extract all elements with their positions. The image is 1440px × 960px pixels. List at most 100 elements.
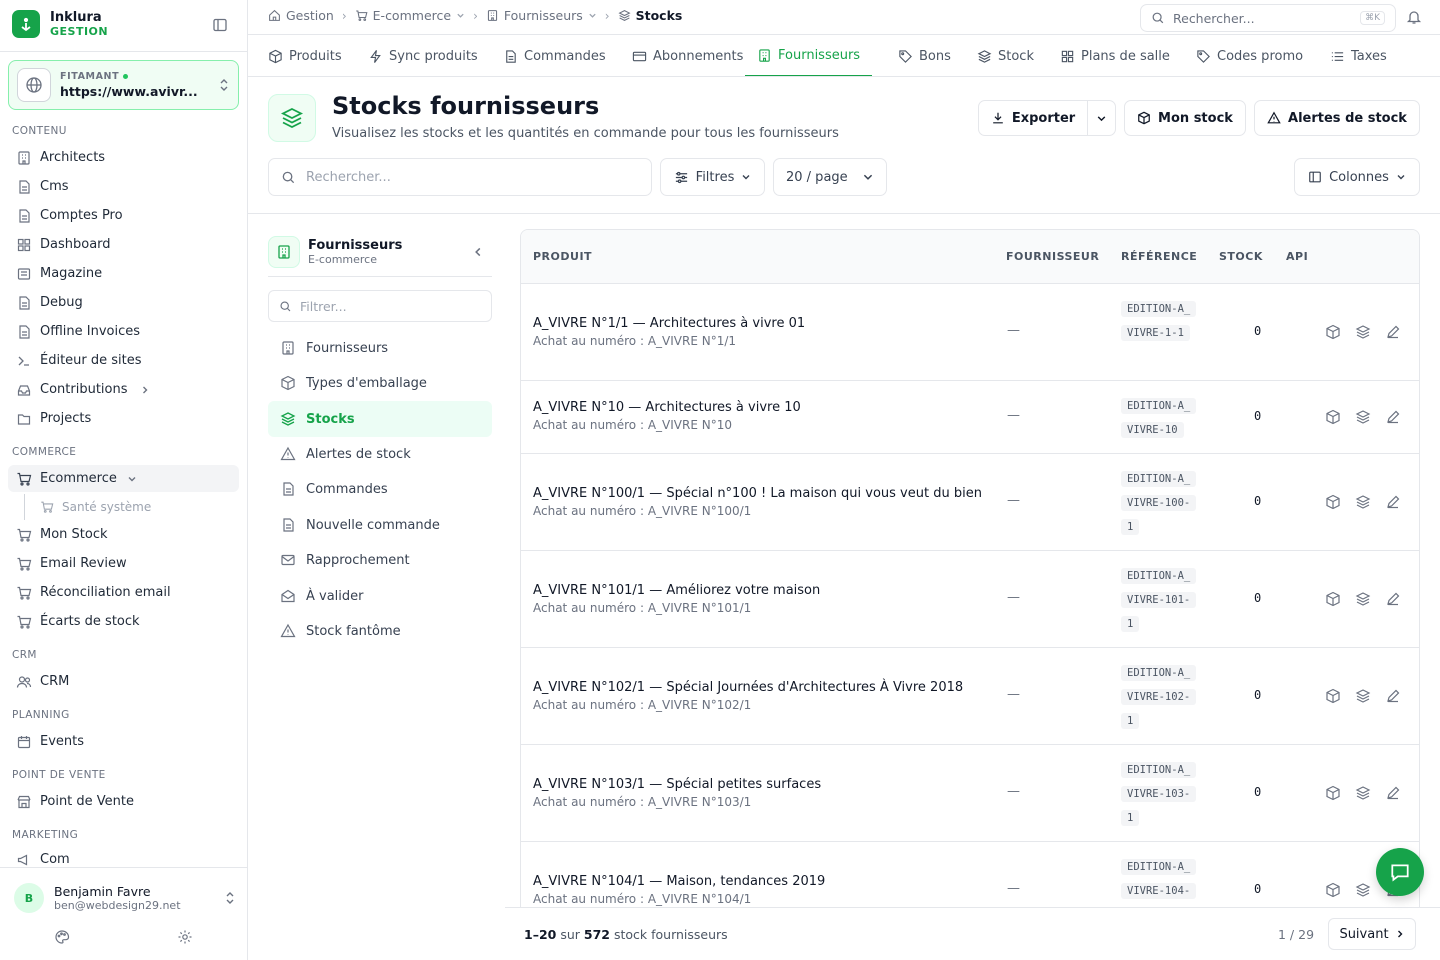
subnav-nouvelle-commande[interactable]: Nouvelle commande [268,507,492,543]
sidebar-item-reconciliation-email[interactable]: Réconciliation email [8,579,239,606]
sidebar-item-architects[interactable]: Architects [8,144,239,171]
tab-sync-produits[interactable]: Sync produits [368,35,478,76]
sidebar-item-events[interactable]: Events [8,728,239,755]
sidebar-item-point-de-vente[interactable]: Point de Vente [8,788,239,815]
subnav-rapprochement[interactable]: Rapprochement [268,542,492,578]
site-selector[interactable]: FITAMANT https://www.avivr... [8,60,239,110]
box-icon[interactable] [1325,324,1341,340]
tab-produits[interactable]: Produits [268,35,342,76]
sidebar-subitem-sante-systeme[interactable]: Santé système [36,496,236,518]
subnav-a-valider[interactable]: À valider [268,578,492,614]
product-name: A_VIVRE N°101/1 — Améliorez votre maison [533,583,821,598]
breadcrumb-ecommerce[interactable]: E-commerce [355,8,465,23]
column-header-stock[interactable]: STOCK [1219,250,1263,263]
global-search-placeholder: Rechercher... [1173,10,1255,26]
edit-icon[interactable] [1385,785,1401,801]
sidebar-item-mon-stock[interactable]: Mon Stock [8,521,239,548]
tab-stock[interactable]: Stock [977,35,1034,76]
subpanel-filter-input[interactable]: Filtrer... [268,290,492,322]
table-row[interactable]: A_VIVRE N°10 — Architectures à vivre 10 A… [521,381,1419,454]
column-header-produit[interactable]: PRODUIT [533,250,592,263]
user-menu[interactable]: B Benjamin Favre ben@webdesign29.net [14,880,236,916]
layers-icon[interactable] [1355,882,1371,898]
sidebar-item-email-review[interactable]: Email Review [8,550,239,577]
sidebar-item-offline-invoices[interactable]: Offline Invoices [8,318,239,345]
bell-icon[interactable] [1406,9,1422,25]
tab-plans-de-salle[interactable]: Plans de salle [1060,35,1170,76]
sidebar-item-comptes-pro[interactable]: Comptes Pro [8,202,239,229]
table-row[interactable]: A_VIVRE N°101/1 — Améliorez votre maison… [521,551,1419,648]
filters-button[interactable]: Filtres [660,158,765,196]
layers-icon[interactable] [1355,324,1371,340]
subnav-alertes-stock[interactable]: Alertes de stock [268,436,492,472]
sidebar-toggle-icon[interactable] [212,17,228,33]
export-button[interactable]: Exporter [978,100,1088,136]
stock-alerts-button[interactable]: Alertes de stock [1254,100,1420,136]
tab-fournisseurs[interactable]: Fournisseurs [745,35,873,76]
tab-taxes[interactable]: Taxes [1330,35,1387,76]
export-menu-button[interactable] [1087,100,1116,136]
layers-icon[interactable] [1355,409,1371,425]
table-row[interactable]: A_VIVRE N°102/1 — Spécial Journées d'Arc… [521,648,1419,745]
tab-commandes[interactable]: Commandes [503,35,606,76]
sidebar-item-com[interactable]: Com [8,848,239,868]
sidebar-item-label: Com [40,852,70,867]
box-icon[interactable] [1325,688,1341,704]
sidebar-item-contributions[interactable]: Contributions [8,376,239,403]
breadcrumb-fournisseurs[interactable]: Fournisseurs [486,8,597,23]
box-icon[interactable] [1325,409,1341,425]
subnav-commandes[interactable]: Commandes [268,471,492,507]
table-row[interactable]: A_VIVRE N°100/1 — Spécial n°100 ! La mai… [521,454,1419,551]
subnav-types-emballage[interactable]: Types d'emballage [268,365,492,401]
tab-codes-promo[interactable]: Codes promo [1196,35,1303,76]
breadcrumb-gestion[interactable]: Gestion [268,8,334,23]
tab-abonnements[interactable]: Abonnements [632,35,743,76]
box-icon[interactable] [1325,785,1341,801]
palette-icon[interactable] [54,929,70,945]
table-search-input[interactable]: Rechercher... [268,158,652,196]
chat-icon[interactable] [1376,848,1424,896]
chevron-left-icon[interactable] [472,246,484,258]
edit-icon[interactable] [1385,591,1401,607]
tab-label: Bons [919,48,951,64]
layers-icon[interactable] [1355,591,1371,607]
tab-bons[interactable]: Bons [898,35,951,76]
subnav-fournisseurs[interactable]: Fournisseurs [268,330,492,366]
sidebar-item-crm[interactable]: CRM [8,668,239,695]
settings-icon[interactable] [177,929,193,945]
table-row[interactable]: A_VIVRE N°1/1 — Architectures à vivre 01… [521,284,1419,381]
sidebar-item-ecommerce[interactable]: Ecommerce [8,465,239,492]
columns-button[interactable]: Colonnes [1294,158,1420,196]
box-icon[interactable] [1325,494,1341,510]
subnav-stocks[interactable]: Stocks [268,401,492,437]
column-header-fournisseur[interactable]: FOURNISSEUR [1006,250,1099,263]
box-icon[interactable] [1325,591,1341,607]
sidebar-item-magazine[interactable]: Magazine [8,260,239,287]
brand[interactable]: Inklura GESTION [12,10,108,38]
supplier-cell: — [1007,687,1020,702]
next-page-button[interactable]: Suivant [1328,918,1416,950]
layers-icon[interactable] [1355,688,1371,704]
sidebar-item-cms[interactable]: Cms [8,173,239,200]
box-icon[interactable] [1325,882,1341,898]
global-search[interactable]: Rechercher... ⌘K [1140,4,1396,32]
sidebar-item-debug[interactable]: Debug [8,289,239,316]
sidebar-item-dashboard[interactable]: Dashboard [8,231,239,258]
edit-icon[interactable] [1385,494,1401,510]
subnav-stock-fantome[interactable]: Stock fantôme [268,613,492,649]
sidebar-item-ecarts-stock[interactable]: Écarts de stock [8,608,239,635]
column-header-reference[interactable]: RÉFÉRENCE [1121,250,1197,263]
sidebar-item-projects[interactable]: Projects [8,405,239,432]
edit-icon[interactable] [1385,409,1401,425]
my-stock-button[interactable]: Mon stock [1124,100,1246,136]
breadcrumb-label: Gestion [286,8,334,23]
layers-icon[interactable] [1355,494,1371,510]
product-name: A_VIVRE N°10 — Architectures à vivre 10 [533,400,801,415]
sidebar-item-editeur-sites[interactable]: Éditeur de sites [8,347,239,374]
per-page-select[interactable]: 20 / page [773,158,887,196]
column-header-api[interactable]: API [1286,250,1307,263]
table-row[interactable]: A_VIVRE N°103/1 — Spécial petites surfac… [521,745,1419,842]
layers-icon[interactable] [1355,785,1371,801]
edit-icon[interactable] [1385,688,1401,704]
edit-icon[interactable] [1385,324,1401,340]
